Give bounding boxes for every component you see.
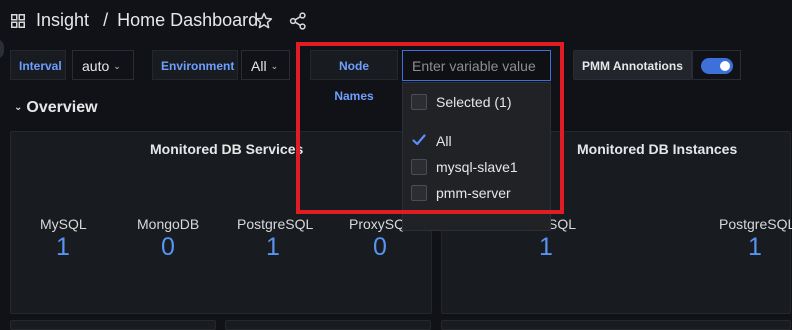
environment-variable-label: Environment (152, 50, 238, 80)
panel-edge (441, 320, 791, 330)
environment-select[interactable]: All ⌄ (241, 50, 290, 80)
stat-value-sql: 1 (539, 233, 553, 261)
stat-label-postgresql: PostgreSQL (237, 216, 314, 232)
row-overview[interactable]: ⌄ Overview (14, 99, 98, 117)
panel-title: Monitored DB Instances (577, 141, 738, 157)
sidebar-toggle-handle[interactable] (0, 39, 4, 59)
highlight-annotation-box (296, 42, 564, 214)
stat-value-postgresql: 1 (748, 233, 762, 261)
breadcrumb-separator: / (103, 10, 109, 30)
pmm-annotations-toggle[interactable] (701, 58, 733, 74)
row-title: Overview (26, 99, 98, 116)
panel-title: Monitored DB Services (150, 141, 304, 157)
chevron-down-icon: ⌄ (270, 61, 279, 71)
stat-value-postgresql: 1 (266, 233, 280, 261)
stat-value-proxysql: 0 (373, 233, 387, 261)
share-icon[interactable] (289, 12, 307, 30)
stat-value-mysql: 1 (56, 233, 70, 261)
dashboards-grid-icon (11, 14, 25, 28)
stat-label-postgresql: PostgreSQL (719, 216, 792, 232)
panel-edge (225, 320, 431, 330)
breadcrumb-folder[interactable]: Insight (36, 10, 89, 31)
breadcrumb: Insight / Home Dashboard (36, 10, 258, 31)
star-icon[interactable] (255, 12, 273, 30)
environment-value: All (251, 58, 267, 74)
pmm-annotations-label: PMM Annotations (573, 50, 692, 80)
interval-variable-label: Interval (10, 50, 66, 80)
stat-label-sql: SQL (548, 216, 577, 232)
chevron-down-icon: ⌄ (113, 61, 121, 71)
interval-value: auto (82, 58, 110, 74)
stat-value-mongodb: 0 (161, 233, 175, 261)
chevron-down-icon: ⌄ (14, 102, 23, 113)
stat-label-mongodb: MongoDB (137, 216, 200, 232)
stat-label-mysql: MySQL (40, 216, 87, 232)
toggle-knob (720, 61, 730, 71)
page-title[interactable]: Home Dashboard (117, 10, 258, 31)
panel-edge (10, 320, 216, 330)
pmm-annotations-toggle-container (692, 50, 741, 80)
interval-select[interactable]: auto ⌄ (72, 50, 134, 80)
